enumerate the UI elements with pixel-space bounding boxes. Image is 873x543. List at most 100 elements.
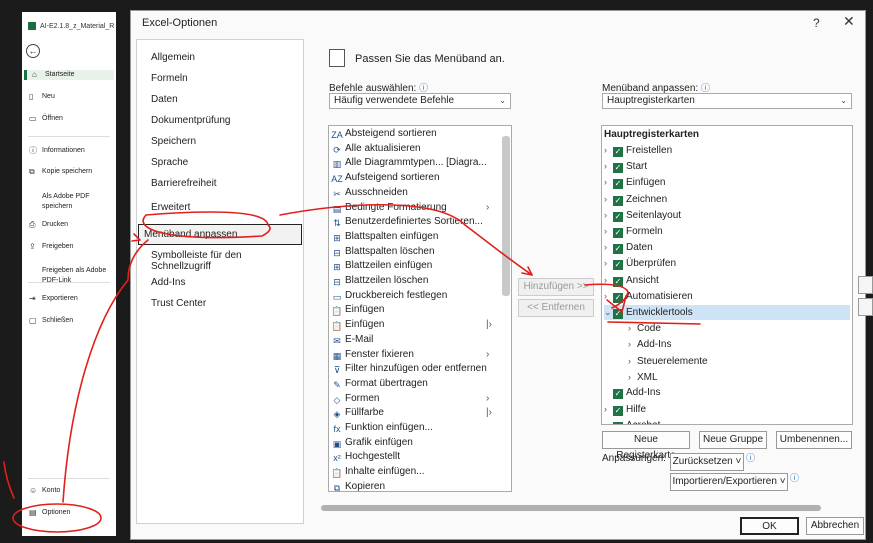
expand-toggle-icon[interactable]: › [604, 224, 613, 238]
rename-button[interactable]: Umbenennen... [776, 431, 852, 449]
new-tab-button[interactable]: Neue Registerkarte [602, 431, 690, 461]
tree-item[interactable]: › ✓ Einfügen [604, 175, 665, 190]
commands-list[interactable]: ZA Absteigend sortieren ⟳ Alle aktualisiere… [328, 125, 512, 492]
backstage-item[interactable]: ▯ Neu [24, 92, 114, 102]
tree-item[interactable]: › XML [628, 370, 658, 385]
command-item[interactable]: ⊟ Blattspalten löschen [331, 245, 434, 259]
tree-item[interactable]: › Add-Ins [628, 337, 671, 352]
back-arrow-icon[interactable]: ← [26, 44, 40, 58]
backstage-item[interactable]: ⇪ Freigeben [24, 242, 114, 252]
nav-item[interactable]: Erweitert [151, 202, 190, 213]
checkbox[interactable]: ✓ [613, 195, 623, 206]
backstage-item[interactable]: ⧉ Kopie speichern [24, 167, 114, 177]
expand-toggle-icon[interactable]: › [628, 337, 637, 351]
command-item[interactable]: 📋 Inhalte einfügen... [331, 465, 424, 479]
command-item[interactable]: ▦ Fenster fixieren › [331, 348, 490, 362]
expand-toggle-icon[interactable]: › [628, 370, 637, 384]
ribbon-tree[interactable]: Hauptregisterkarten › ✓ Freistellen › ✓ Start… [601, 125, 853, 425]
add-button[interactable]: Hinzufügen >> [518, 278, 594, 296]
horizontal-scrollbar[interactable] [313, 503, 853, 513]
expand-toggle-icon[interactable]: › [604, 256, 613, 270]
checkbox[interactable]: ✓ [613, 211, 623, 222]
tree-item[interactable]: › Steuerelemente [628, 354, 708, 369]
move-up-button[interactable] [858, 276, 873, 294]
backstage-item[interactable]: Als Adobe PDF speichern [24, 192, 114, 212]
expand-toggle-icon[interactable]: › [604, 402, 613, 416]
command-item[interactable]: ⟳ Alle aktualisieren [331, 142, 420, 156]
move-down-button[interactable] [858, 298, 873, 316]
checkbox[interactable]: ✓ [613, 244, 623, 255]
backstage-item[interactable]: Freigeben als Adobe PDF-Link [24, 266, 114, 286]
command-item[interactable]: ◇ Formen › [331, 392, 490, 406]
cancel-button[interactable]: Abbrechen [806, 517, 864, 535]
tree-item[interactable]: › Code [628, 321, 661, 336]
info-icon[interactable]: ⓘ [746, 451, 755, 464]
tree-item[interactable]: › ✓ Hilfe [604, 402, 646, 417]
command-item[interactable]: ✂ Ausschneiden [331, 186, 408, 200]
expand-toggle-icon[interactable]: › [604, 418, 613, 424]
checkbox[interactable]: ✓ [613, 260, 623, 271]
command-item[interactable]: ⊞ Blattspalten einfügen [331, 230, 438, 244]
tree-item[interactable]: ›✓Acrobat [604, 418, 660, 424]
command-item[interactable]: ✎ Format übertragen [331, 377, 428, 391]
reset-button[interactable]: Zurücksetzen ˅ [670, 453, 744, 471]
checkbox[interactable]: ✓ [613, 309, 623, 319]
checkbox[interactable]: ✓ [613, 147, 623, 157]
command-item[interactable]: ⧉ Kopieren [331, 480, 385, 491]
tree-item[interactable]: › ✓ Daten [604, 240, 653, 255]
tree-item[interactable]: ⌄ ✓ Entwicklertools [604, 305, 850, 320]
command-item[interactable]: x² Hochgestellt [331, 450, 400, 464]
command-item[interactable]: fx Funktion einfügen... [331, 421, 432, 435]
backstage-item[interactable]: ⎙ Drucken [24, 220, 114, 230]
expand-toggle-icon[interactable]: › [604, 192, 613, 206]
tree-item[interactable]: › ✓ Start [604, 159, 647, 174]
backstage-item[interactable]: ⇥ Exportieren [24, 294, 114, 304]
new-group-button[interactable]: Neue Gruppe [699, 431, 767, 449]
command-item[interactable]: ◈ Füllfarbe |› [331, 406, 492, 420]
tree-item[interactable]: › ✓ Freistellen [604, 143, 672, 158]
info-icon[interactable]: ⓘ [790, 471, 799, 484]
expand-toggle-icon[interactable]: › [628, 354, 637, 368]
backstage-item[interactable]: ⓘ Informationen [24, 146, 114, 156]
nav-item[interactable]: Barrierefreiheit [151, 178, 217, 189]
command-item[interactable]: 📋 Einfügen [331, 303, 384, 317]
checkbox[interactable]: ✓ [613, 163, 623, 174]
nav-item[interactable]: Menüband anpassen [138, 224, 302, 245]
expand-toggle-icon[interactable]: › [628, 321, 637, 335]
scroll-thumb[interactable] [321, 505, 821, 511]
command-item[interactable]: ⊞ Blattzeilen einfügen [331, 259, 432, 273]
commands-dropdown[interactable]: Häufig verwendete Befehle ⌄ [329, 93, 511, 109]
command-item[interactable]: ⊟ Blattzeilen löschen [331, 274, 428, 288]
import-export-button[interactable]: Importieren/Exportieren ˅ [670, 473, 788, 491]
help-button[interactable]: ? [813, 16, 820, 30]
nav-item[interactable]: Trust Center [151, 298, 206, 309]
checkbox[interactable]: ✓ [613, 276, 623, 287]
command-item[interactable]: ▤ Bedingte Formatierung › [331, 201, 490, 215]
tree-item[interactable]: › ✓ Überprüfen [604, 256, 676, 271]
tree-item[interactable]: › ✓ Zeichnen [604, 192, 667, 207]
expand-toggle-icon[interactable]: › [604, 240, 613, 254]
checkbox[interactable]: ✓ [613, 406, 623, 417]
command-item[interactable]: ⇅ Benutzerdefiniertes Sortieren... [331, 215, 483, 229]
command-item[interactable]: ⊽ Filter hinzufügen oder entfernen [331, 362, 487, 376]
checkbox[interactable]: ✓ [613, 179, 623, 190]
checkbox[interactable]: ✓ [613, 389, 623, 399]
tree-item[interactable]: › ✓ Seitenlayout [604, 208, 681, 223]
close-button[interactable]: ✕ [843, 13, 855, 30]
expand-toggle-icon[interactable]: › [604, 208, 613, 222]
tree-item[interactable]: › ✓ Automatisieren [604, 289, 693, 304]
ribbon-dropdown[interactable]: Hauptregisterkarten ⌄ [602, 93, 852, 109]
command-item[interactable]: AZ Aufsteigend sortieren [331, 171, 439, 185]
backstage-item[interactable]: ▭ Öffnen [24, 114, 114, 124]
expand-toggle-icon[interactable]: ⌄ [604, 305, 613, 319]
backstage-item[interactable]: ▤ Optionen [24, 508, 114, 518]
backstage-item[interactable]: ▢ Schließen [24, 316, 114, 326]
nav-item[interactable]: Speichern [151, 136, 196, 147]
nav-item[interactable]: Daten [151, 94, 178, 105]
nav-item[interactable]: Symbolleiste für den Schnellzugriff [151, 250, 303, 272]
nav-item[interactable]: Sprache [151, 157, 188, 168]
expand-toggle-icon[interactable]: › [604, 289, 613, 303]
ok-button[interactable]: OK [740, 517, 799, 535]
checkbox[interactable]: ✓ [613, 422, 623, 424]
tree-item[interactable]: › ✓ Ansicht [604, 273, 659, 288]
